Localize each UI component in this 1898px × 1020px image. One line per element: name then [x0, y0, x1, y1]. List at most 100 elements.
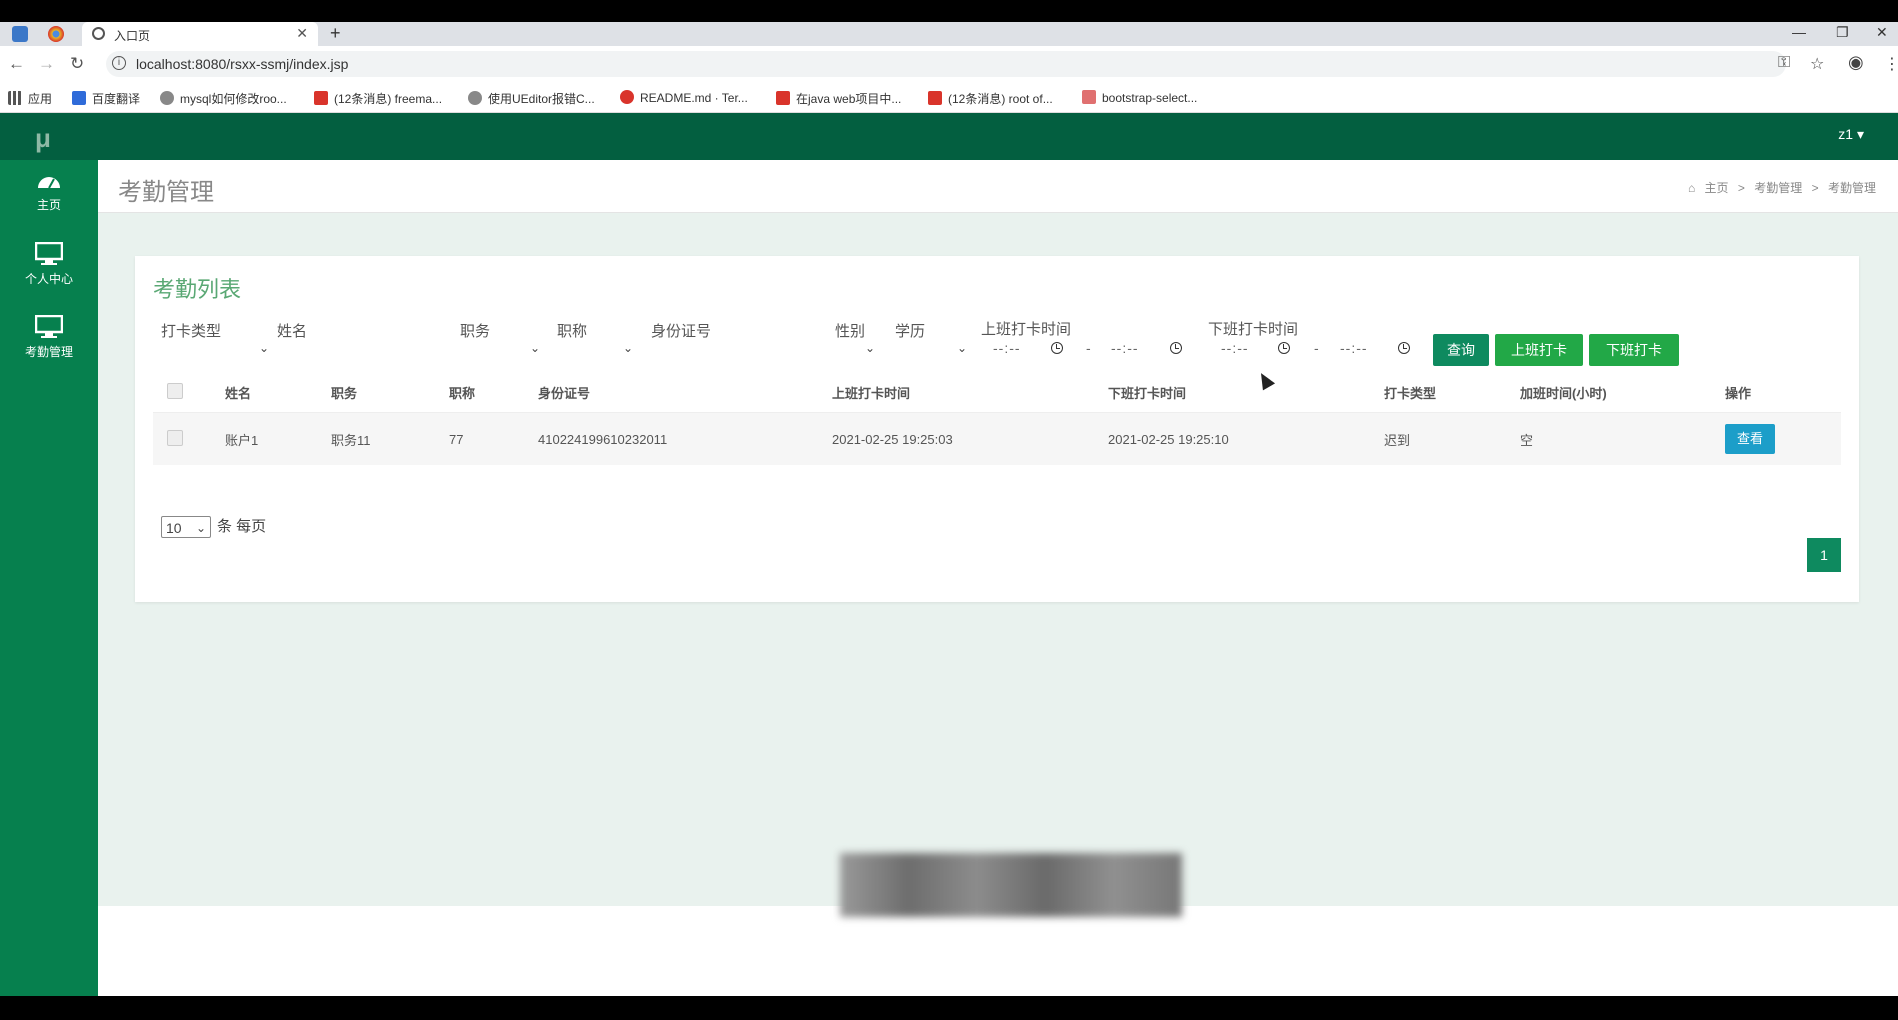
select-all-checkbox[interactable]: [167, 382, 183, 399]
chevron-down-icon: ⌄: [622, 341, 633, 355]
bookmark-apps[interactable]: 应用: [8, 90, 52, 107]
url-input[interactable]: i localhost:8080/rsxx-ssmj/index.jsp: [106, 51, 1786, 77]
baidu-translate-icon: [72, 91, 86, 105]
csdn-icon: [314, 91, 328, 105]
bookmark-item[interactable]: (12条消息) freema...: [314, 90, 442, 107]
bookmark-item[interactable]: 在java web项目中...: [776, 90, 901, 107]
clock-out-button[interactable]: 下班打卡: [1589, 334, 1679, 366]
address-bar-row: ← → ↻ i localhost:8080/rsxx-ssmj/index.j…: [0, 46, 1898, 82]
menu-kebab-icon[interactable]: ⋮: [1884, 54, 1898, 74]
chevron-down-icon: ⌄: [529, 341, 540, 355]
pinned-tab-mail-icon[interactable]: [12, 26, 28, 42]
punch-type-select[interactable]: ⌄: [161, 338, 269, 360]
close-window-icon[interactable]: ✕: [1876, 24, 1888, 41]
profile-avatar-icon[interactable]: ◉: [1848, 52, 1864, 73]
pinned-tab-chrome-icon[interactable]: [48, 26, 64, 42]
education-select[interactable]: ⌄: [895, 338, 967, 360]
column-header[interactable]: 下班打卡时间: [1108, 372, 1384, 413]
restore-icon[interactable]: ❐: [1836, 24, 1849, 41]
cell-clock-out: 2021-02-25 19:25:10: [1108, 412, 1384, 465]
bookmark-item[interactable]: 百度翻译: [72, 90, 140, 107]
bookmark-item[interactable]: bootstrap-select...: [1082, 90, 1197, 105]
star-icon[interactable]: ☆: [1810, 54, 1824, 74]
sidebar-item-home[interactable]: 主页: [0, 170, 98, 213]
clock-out-start-input[interactable]: --:--: [1221, 340, 1249, 356]
browser-tab-active[interactable]: 入口页 ✕: [82, 22, 318, 46]
chevron-down-icon: ⌄: [195, 521, 206, 536]
title-select[interactable]: ⌄: [557, 338, 633, 360]
sidebar-item-attendance[interactable]: 考勤管理: [0, 315, 98, 360]
select-all-cell: [153, 372, 225, 413]
key-icon[interactable]: ⚿: [1778, 54, 1790, 72]
range-separator: -: [1314, 340, 1319, 356]
attendance-list-panel: 考勤列表 打卡类型 姓名 职务 职称 身份证号 性别 学历 上班打卡时间 下班打…: [135, 256, 1859, 602]
apps-grid-icon: [8, 91, 22, 105]
sidebar-item-profile[interactable]: 个人中心: [0, 242, 98, 287]
cell-type: 迟到: [1384, 412, 1520, 465]
page-size-select[interactable]: 10 ⌄: [161, 516, 211, 539]
breadcrumb-home[interactable]: 主页: [1705, 181, 1729, 195]
bookmark-item[interactable]: (12条消息) root of...: [928, 90, 1053, 107]
sidebar-item-label: 考勤管理: [24, 345, 73, 359]
page-footer: [98, 906, 1898, 996]
clock-icon[interactable]: [1051, 342, 1063, 354]
sidebar-item-label: 主页: [36, 198, 61, 212]
page-size-label: 条 每页: [217, 518, 267, 535]
view-button[interactable]: 查看: [1725, 424, 1775, 454]
cell-id-number: 410224199610232011: [538, 412, 832, 465]
monitor-icon: [35, 242, 63, 265]
screen: 入口页 ✕ + — ❐ ✕ ← → ↻ i localhost:8080/rsx…: [0, 22, 1898, 996]
bookmark-item[interactable]: mysql如何修改roo...: [160, 90, 287, 107]
column-header[interactable]: 打卡类型: [1384, 372, 1520, 413]
tab-close-icon[interactable]: ✕: [296, 25, 308, 42]
column-header[interactable]: 职务: [331, 372, 449, 413]
table-row[interactable]: 账户1 职务11 77 410224199610232011 2021-02-2…: [153, 412, 1841, 465]
clock-out-end-input[interactable]: --:--: [1340, 340, 1368, 356]
pagination-page-1[interactable]: 1: [1807, 538, 1841, 572]
chevron-down-icon: ⌄: [864, 341, 875, 355]
clock-icon[interactable]: [1278, 342, 1290, 354]
column-header[interactable]: 身份证号: [538, 372, 832, 413]
sidebar: 主页 个人中心 考勤管理: [0, 160, 98, 996]
reload-icon[interactable]: ↻: [70, 54, 84, 74]
range-separator: -: [1086, 340, 1091, 356]
blurred-watermark: [840, 853, 1182, 917]
clock-in-button[interactable]: 上班打卡: [1495, 334, 1583, 366]
bookmark-item[interactable]: 使用UEditor报错C...: [468, 90, 595, 107]
gitee-icon: [620, 90, 634, 104]
column-header: 操作: [1725, 372, 1841, 413]
filter-label-clock-out-time: 下班打卡时间: [1208, 321, 1299, 338]
clock-icon[interactable]: [1398, 342, 1410, 354]
home-icon: ⌂: [1687, 181, 1696, 195]
site-info-icon[interactable]: i: [112, 56, 126, 70]
page-title: 考勤管理: [118, 179, 214, 206]
cell-title: 77: [449, 412, 538, 465]
name-input[interactable]: [277, 338, 447, 360]
new-tab-button[interactable]: +: [330, 23, 341, 44]
row-checkbox[interactable]: [167, 429, 183, 446]
bookmark-item[interactable]: README.md · Ter...: [620, 90, 748, 105]
sidebar-item-label: 个人中心: [24, 272, 73, 286]
id-number-input[interactable]: [651, 338, 811, 360]
bookmark-favicon-icon: [468, 91, 482, 105]
column-header[interactable]: 姓名: [225, 372, 331, 413]
clock-in-end-input[interactable]: --:--: [1111, 340, 1139, 356]
minimize-icon[interactable]: —: [1792, 24, 1806, 40]
clock-in-start-input[interactable]: --:--: [993, 340, 1021, 356]
breadcrumb-item[interactable]: 考勤管理: [1754, 181, 1802, 195]
cell-action: 查看: [1725, 412, 1841, 465]
csdn-icon: [928, 91, 942, 105]
column-header[interactable]: 加班时间(小时): [1520, 372, 1725, 413]
forward-arrow-icon[interactable]: →: [38, 54, 55, 74]
search-button[interactable]: 查询: [1433, 334, 1489, 366]
back-arrow-icon[interactable]: ←: [8, 54, 25, 74]
user-menu[interactable]: z1 ▾: [1838, 126, 1864, 143]
gender-select[interactable]: ⌄: [835, 338, 875, 360]
column-header[interactable]: 职称: [449, 372, 538, 413]
monitor-icon: [35, 315, 63, 338]
clock-icon[interactable]: [1170, 342, 1182, 354]
cell-overtime: 空: [1520, 412, 1725, 465]
url-text: localhost:8080/rsxx-ssmj/index.jsp: [136, 56, 349, 72]
position-select[interactable]: ⌄: [460, 338, 540, 360]
column-header[interactable]: 上班打卡时间: [832, 372, 1108, 413]
